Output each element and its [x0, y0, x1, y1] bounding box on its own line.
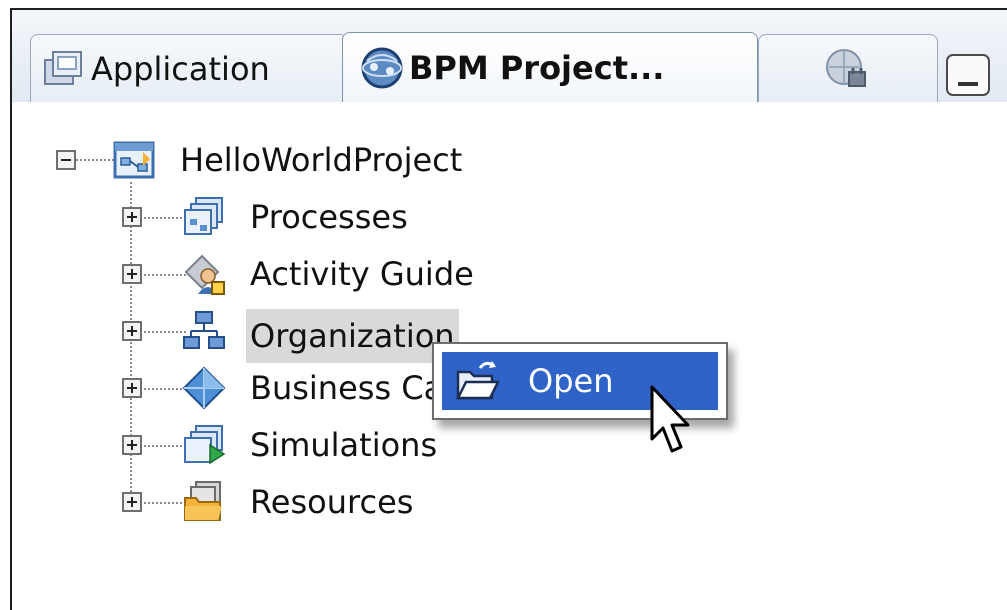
tab-label: BPM Project...	[409, 48, 665, 87]
tree-connector	[140, 445, 186, 447]
expand-icon[interactable]	[122, 435, 142, 455]
tab-bpm-project[interactable]: BPM Project...	[342, 32, 758, 102]
simulations-icon	[184, 425, 226, 465]
tree-node-label[interactable]: Processes	[246, 195, 412, 239]
open-folder-icon	[455, 361, 500, 400]
tree-node-root-label[interactable]: HelloWorldProject	[176, 138, 466, 182]
tree-node-label[interactable]: Simulations	[246, 423, 441, 467]
expand-icon[interactable]	[122, 492, 142, 512]
tab-label: Application	[91, 49, 270, 88]
tree-connector	[140, 388, 186, 390]
organization-icon	[183, 311, 225, 349]
tree-connector	[140, 331, 186, 333]
globe-plug-icon	[826, 48, 866, 87]
tree-connector	[140, 217, 186, 219]
tree-node-label[interactable]: Activity Guide	[246, 252, 478, 296]
tab-bar: Application BPM Project...	[12, 10, 1007, 102]
tree-node-label[interactable]: Organization	[246, 309, 459, 363]
bpm-project-navigator-panel: Application BPM Project... HelloWorldPro…	[10, 8, 1007, 610]
tree-connector	[140, 274, 186, 276]
expand-icon[interactable]	[122, 264, 142, 284]
tab-third[interactable]	[758, 34, 938, 102]
mouse-cursor-icon	[650, 385, 690, 453]
resources-icon	[184, 481, 222, 521]
menu-item-label: Open	[528, 362, 614, 400]
application-icon	[44, 50, 82, 85]
project-icon	[113, 141, 155, 179]
expand-icon[interactable]	[122, 207, 142, 227]
collapse-icon[interactable]	[56, 150, 76, 170]
tree-node-label[interactable]: Resources	[246, 480, 417, 524]
minimize-button[interactable]	[946, 54, 990, 96]
activity-guide-icon	[184, 254, 225, 295]
tree-connector	[76, 159, 114, 161]
expand-icon[interactable]	[122, 321, 142, 341]
tree-connector	[130, 182, 132, 512]
processes-icon	[184, 197, 223, 235]
tree-connector	[140, 502, 186, 504]
tab-application[interactable]: Application	[30, 34, 348, 102]
bpm-project-icon	[361, 47, 403, 88]
expand-icon[interactable]	[122, 378, 142, 398]
tree-node-label[interactable]: Business Ca	[246, 366, 447, 410]
business-catalog-icon	[182, 366, 226, 410]
